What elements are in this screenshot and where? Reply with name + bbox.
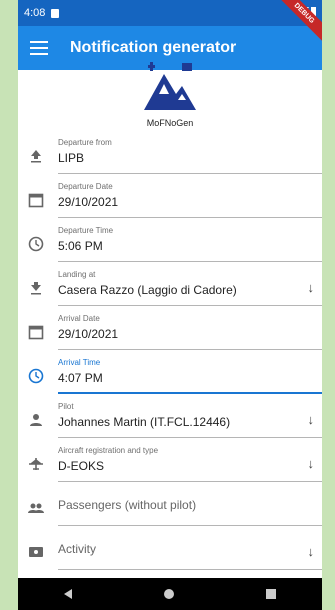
back-icon[interactable] [64, 589, 72, 599]
person-icon [30, 414, 42, 426]
departure-from-field[interactable]: Departure from LIPB [18, 130, 322, 174]
clock-icon [28, 368, 44, 384]
android-nav-bar [18, 578, 322, 610]
upload-icon [31, 150, 41, 163]
airplane-icon [29, 458, 43, 470]
field-value: D-EOKS [58, 459, 105, 473]
field-label: Arrival Time [58, 358, 101, 367]
status-bar: 4:08 DEBUG [18, 0, 322, 47]
field-label: Departure Date [58, 182, 113, 191]
field-value: LIPB [58, 151, 85, 165]
ticket-icon [29, 547, 43, 557]
dropdown-arrow-icon[interactable]: ↓ [308, 456, 315, 471]
landing-at-field[interactable]: Landing at Casera Razzo (Laggio di Cador… [18, 262, 322, 306]
aircraft-field[interactable]: Aircraft registration and type D-EOKS ↓ [18, 438, 322, 482]
logo-text: MoFNoGen [146, 118, 194, 128]
arrival-time-field[interactable]: Arrival Time 4:07 PM [18, 350, 322, 394]
field-placeholder: Passengers (without pilot) [58, 498, 197, 512]
mountain-logo-icon [144, 62, 196, 110]
activity-field[interactable]: Activity ↓ [18, 526, 322, 570]
pilot-field[interactable]: Pilot Johannes Martin (IT.FCL.12446) ↓ [18, 394, 322, 438]
arrival-date-field[interactable]: Arrival Date 29/10/2021 [18, 306, 322, 350]
status-time: 4:08 [24, 7, 46, 19]
passengers-field[interactable]: Passengers (without pilot) [18, 482, 322, 526]
field-value: 5:06 PM [58, 239, 103, 253]
field-label: Landing at [58, 270, 96, 279]
departure-date-field[interactable]: Departure Date 29/10/2021 [18, 174, 322, 218]
field-placeholder: Activity [58, 542, 97, 556]
field-value: 29/10/2021 [58, 195, 119, 209]
departure-time-field[interactable]: Departure Time 5:06 PM [18, 218, 322, 262]
sd-card-icon [51, 8, 60, 18]
field-value: Casera Razzo (Laggio di Cadore) [58, 283, 237, 297]
people-icon [28, 503, 44, 513]
phone-screen: 4:08 DEBUG Notification generator MoFNoG… [18, 0, 322, 610]
logo-area: MoFNoGen [18, 62, 322, 130]
recent-apps-icon[interactable] [266, 589, 276, 599]
dropdown-arrow-icon[interactable]: ↓ [308, 280, 315, 295]
home-icon[interactable] [164, 589, 174, 599]
calendar-icon [28, 325, 44, 340]
download-icon [31, 282, 41, 295]
dropdown-arrow-icon[interactable]: ↓ [308, 412, 315, 427]
calendar-icon [28, 193, 44, 208]
field-label: Pilot [58, 402, 74, 411]
field-label: Aircraft registration and type [58, 446, 159, 455]
app-title: Notification generator [70, 39, 237, 56]
field-label: Arrival Date [58, 314, 100, 323]
field-label: Departure Time [58, 226, 114, 235]
menu-icon[interactable] [30, 41, 48, 55]
field-value: 4:07 PM [58, 371, 103, 385]
field-label: Departure from [58, 138, 112, 147]
clock-icon [28, 236, 44, 252]
field-value: Johannes Martin (IT.FCL.12446) [58, 415, 231, 429]
dropdown-arrow-icon[interactable]: ↓ [308, 544, 315, 559]
field-value: 29/10/2021 [58, 327, 119, 341]
